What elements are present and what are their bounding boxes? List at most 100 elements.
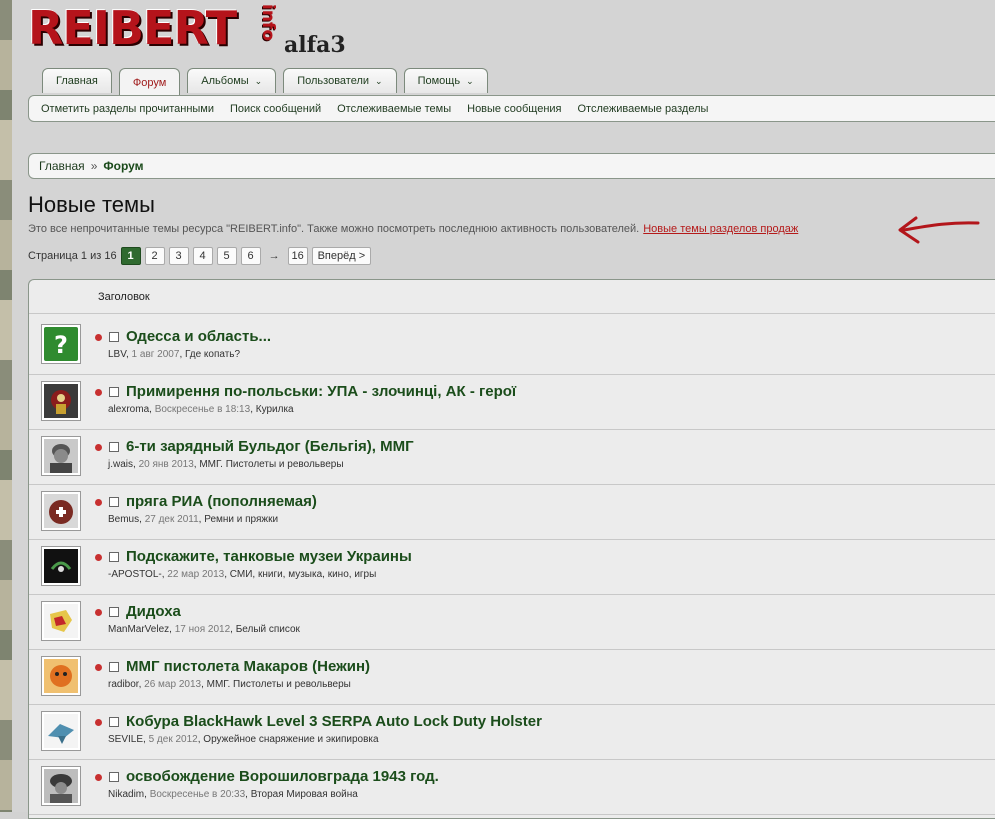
chevron-down-icon: ⌄ <box>254 75 263 86</box>
thread-title[interactable]: Кобура BlackHawk Level 3 SERPA Auto Lock… <box>126 713 542 730</box>
thread-row[interactable]: Подскажите, танковые музеи Украины -APOST… <box>29 540 995 595</box>
cartoon-avatar[interactable] <box>41 656 81 696</box>
emblem-avatar[interactable] <box>41 381 81 421</box>
thread-forum[interactable]: Где копать? <box>185 349 240 360</box>
thread-forum[interactable]: ММГ. Пистолеты и револьверы <box>199 459 343 470</box>
thread-title[interactable]: ММГ пистолета Макаров (Нежин) <box>126 658 370 675</box>
thread-title[interactable]: Подскажите, танковые музеи Украины <box>126 548 412 565</box>
unread-dot-icon <box>95 389 102 396</box>
page-5-button[interactable]: 5 <box>216 247 237 265</box>
thread-checkbox[interactable] <box>109 717 119 727</box>
thread-checkbox[interactable] <box>109 442 119 452</box>
thread-title[interactable]: Дидоха <box>126 603 181 620</box>
tab-forum[interactable]: Форум <box>118 68 181 96</box>
thread-title[interactable]: Примирення по-польськи: УПА - злочинці, … <box>126 383 516 400</box>
thread-title[interactable]: освобождение Ворошиловграда 1943 год. <box>126 768 439 785</box>
breadcrumb-current[interactable]: Форум <box>103 159 143 173</box>
thread-author[interactable]: Bemus <box>108 514 139 525</box>
main-tabs: Главная Форум Альбомы ⌄ Пользователи ⌄ Пом… <box>42 68 488 96</box>
tab-home[interactable]: Главная <box>42 68 112 93</box>
unread-dot-icon <box>95 664 102 671</box>
thread-checkbox[interactable] <box>109 497 119 507</box>
thread-author[interactable]: SEVILE <box>108 734 143 745</box>
tab-help[interactable]: Помощь ⌄ <box>403 68 488 93</box>
thread-title[interactable]: 6-ти зарядный Бульдог (Бельгія), ММГ <box>126 438 414 455</box>
thread-date: 17 ноя 2012 <box>174 624 231 635</box>
watched-forums-link[interactable]: Отслеживаемые разделы <box>578 103 709 115</box>
page-6-button[interactable]: 6 <box>240 247 261 265</box>
thread-row[interactable]: Примирення по-польськи: УПА - злочинці, … <box>29 375 995 430</box>
page-last-button[interactable]: 16 <box>287 247 308 265</box>
thread-title[interactable]: пряга РИА (пополняемая) <box>126 493 317 510</box>
next-page-button[interactable]: Вперёд > <box>311 247 372 265</box>
thread-checkbox[interactable] <box>109 332 119 342</box>
camo-border <box>0 0 12 812</box>
thread-forum[interactable]: СМИ, книги, музыка, кино, игры <box>230 569 377 580</box>
new-messages-link[interactable]: Новые сообщения <box>467 103 561 115</box>
thread-date: 26 мар 2013 <box>144 679 202 690</box>
thread-checkbox[interactable] <box>109 387 119 397</box>
thread-author[interactable]: LBV <box>108 349 126 360</box>
question-icon[interactable]: ? <box>41 324 81 364</box>
pagination: Страница 1 из 16 1 2 3 4 5 6 → 16 Вперёд… <box>28 247 372 265</box>
thread-row[interactable]: пряга РИА (пополняемая) Bemus, 27 дек 201… <box>29 485 995 540</box>
thread-forum[interactable]: Белый список <box>236 624 300 635</box>
thread-row[interactable]: освобождение Ворошиловграда 1943 год. Nik… <box>29 760 995 815</box>
sales-threads-link[interactable]: Новые темы разделов продаж <box>643 223 798 235</box>
thread-forum[interactable]: Курилка <box>256 404 294 415</box>
page-2-button[interactable]: 2 <box>144 247 165 265</box>
search-messages-link[interactable]: Поиск сообщений <box>230 103 321 115</box>
helmet-photo-avatar[interactable] <box>41 766 81 806</box>
mark-forums-read-link[interactable]: Отметить разделы прочитанными <box>41 103 214 115</box>
unread-dot-icon <box>95 499 102 506</box>
thread-meta: j.wais, 20 янв 2013, ММГ. Пистолеты и ре… <box>108 459 344 470</box>
page-3-button[interactable]: 3 <box>168 247 189 265</box>
thread-checkbox[interactable] <box>109 772 119 782</box>
breadcrumb-separator: » <box>90 159 98 173</box>
tab-albums[interactable]: Альбомы ⌄ <box>187 68 277 93</box>
thread-date: 27 дек 2011 <box>144 514 199 525</box>
column-header-title[interactable]: Заголовок <box>29 280 995 314</box>
thread-forum[interactable]: Оружейное снаряжение и экипировка <box>203 734 378 745</box>
thread-row[interactable]: ММГ пистолета Макаров (Нежин) radibor, 26… <box>29 650 995 705</box>
thread-meta: LBV, 1 авг 2007, Где копать? <box>108 349 241 360</box>
thread-author[interactable]: j.wais <box>108 459 133 470</box>
badge-avatar[interactable] <box>41 491 81 531</box>
logo-tag: alfa3 <box>284 32 346 58</box>
thread-date: 5 дек 2012 <box>148 734 198 745</box>
thread-author[interactable]: ManMarVelez <box>108 624 169 635</box>
thread-meta: -APOSTOL-, 22 мар 2013, СМИ, книги, музы… <box>108 569 377 580</box>
breadcrumb-home[interactable]: Главная <box>39 159 85 173</box>
logo-text: REIBERT <box>28 1 237 55</box>
thread-meta: Bemus, 27 дек 2011, Ремни и пряжки <box>108 514 279 525</box>
page-1-button[interactable]: 1 <box>120 247 141 265</box>
page: REIBERT info alfa3 Главная Форум Альбомы… <box>12 0 995 819</box>
thread-row[interactable]: Кобура BlackHawk Level 3 SERPA Auto Lock… <box>29 705 995 760</box>
tab-users[interactable]: Пользователи ⌄ <box>283 68 397 93</box>
thread-row[interactable]: Дидоха ManMarVelez, 17 ноя 2012, Белый сп… <box>29 595 995 650</box>
thread-row[interactable]: 6-ти зарядный Бульдог (Бельгія), ММГ j.wa… <box>29 430 995 485</box>
chevron-down-icon: ⌄ <box>375 75 383 86</box>
map-avatar[interactable] <box>41 601 81 641</box>
page-4-button[interactable]: 4 <box>192 247 213 265</box>
dark-emblem-avatar[interactable] <box>41 546 81 586</box>
thread-forum[interactable]: Вторая Мировая война <box>251 789 358 800</box>
description-text: Это все непрочитанные темы ресурса "REIB… <box>28 223 640 235</box>
soldier-photo-avatar[interactable] <box>41 436 81 476</box>
unread-dot-icon <box>95 609 102 616</box>
thread-checkbox[interactable] <box>109 607 119 617</box>
shark-avatar[interactable] <box>41 711 81 751</box>
thread-row[interactable]: ? Одесса и область... LBV, 1 авг 2007, Где… <box>29 314 995 375</box>
thread-forum[interactable]: Ремни и пряжки <box>204 514 278 525</box>
page-count-label: Страница 1 из 16 <box>28 250 117 262</box>
thread-author[interactable]: radibor <box>108 679 139 690</box>
thread-checkbox[interactable] <box>109 662 119 672</box>
thread-forum[interactable]: ММГ. Пистолеты и револьверы <box>207 679 351 690</box>
thread-author[interactable]: alexroma <box>108 404 149 415</box>
thread-author[interactable]: -APOSTOL- <box>108 569 162 580</box>
thread-title[interactable]: Одесса и область... <box>126 328 271 345</box>
unread-dot-icon <box>95 444 102 451</box>
thread-author[interactable]: Nikadim <box>108 789 144 800</box>
thread-checkbox[interactable] <box>109 552 119 562</box>
watched-threads-link[interactable]: Отслеживаемые темы <box>337 103 451 115</box>
